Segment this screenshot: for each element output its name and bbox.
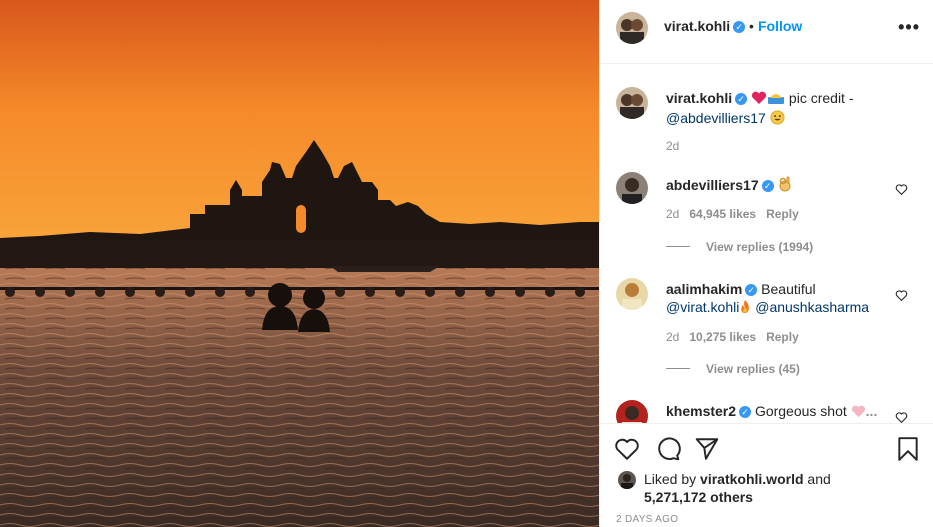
comments-list[interactable]: virat.kohli ✓ pic credit - @abdevilliers1… [600, 65, 933, 423]
like-comment-heart-icon[interactable] [895, 411, 908, 423]
verified-badge-icon: ✓ [739, 406, 752, 418]
post-side-panel: virat.kohli✓ • Follow ••• virat.kohli✓ [599, 0, 933, 527]
comment-text: abdevilliers17 ✓ [666, 176, 886, 196]
avatar[interactable] [618, 471, 636, 489]
caption-mention-link[interactable]: @abdevilliers17 [666, 110, 766, 126]
avatar[interactable] [616, 278, 648, 310]
instagram-post-modal: virat.kohli✓ • Follow ••• virat.kohli✓ [0, 0, 933, 527]
caption-body: pic credit - [788, 90, 854, 106]
follow-button[interactable]: Follow [758, 18, 802, 34]
post-actions-bar [600, 423, 933, 473]
grinning-face-emoji-icon [770, 110, 785, 129]
caption-time: 2d [666, 139, 689, 153]
share-paper-plane-icon[interactable] [694, 436, 720, 462]
avatar[interactable] [616, 87, 648, 119]
verified-badge-icon: ✓ [745, 284, 758, 296]
replies-divider [666, 246, 690, 247]
comment-body: Gorgeous shot [754, 403, 847, 419]
mention-link[interactable]: @anushkasharma [755, 299, 869, 315]
post-header: virat.kohli ✓ • Follow ••• [600, 0, 933, 64]
more-options-icon[interactable]: ••• [898, 17, 920, 38]
header-username[interactable]: virat.kohli ✓ [664, 18, 746, 34]
like-comment-heart-icon[interactable] [895, 289, 908, 302]
avatar[interactable] [616, 400, 648, 423]
caption-text: virat.kohli ✓ pic credit - @abdevilliers1… [666, 89, 886, 129]
timestamp: 2d [666, 207, 680, 221]
like-comment-heart-icon[interactable] [895, 183, 908, 196]
fire-emoji-icon [739, 299, 751, 318]
comment-bubble-icon[interactable] [655, 436, 681, 462]
replies-divider [666, 368, 690, 369]
verified-badge-icon: ✓ [733, 21, 746, 33]
ok-hand-emoji-icon [778, 176, 792, 196]
post-date[interactable]: 2 DAYS AGO [616, 514, 678, 525]
timestamp: 2d [666, 330, 680, 344]
liked-by-and: and [807, 471, 831, 487]
comment-meta: 2d 64,945 likes Reply [666, 207, 809, 221]
avatar[interactable] [616, 172, 648, 204]
sunset-photo-image [0, 0, 599, 527]
like-heart-icon[interactable] [614, 436, 640, 462]
view-replies-label: View replies (1994) [706, 240, 814, 254]
comment-text: aalimhakim ✓ Beautiful @virat.kohli @anus… [666, 280, 886, 318]
like-count[interactable]: 64,945 likes [689, 207, 756, 221]
separator-dot: • [749, 18, 754, 34]
reply-button[interactable]: Reply [766, 330, 799, 344]
comment-meta: 2d 10,275 likes Reply [666, 330, 809, 344]
like-count[interactable]: 10,275 likes [689, 330, 756, 344]
timestamp: 2d [666, 139, 680, 153]
avatar[interactable] [616, 12, 648, 44]
save-bookmark-icon[interactable] [895, 436, 921, 462]
liked-by-prefix: Liked by [644, 471, 697, 487]
comment-username[interactable]: khemster2 [666, 403, 736, 419]
beach-emoji-icon [767, 89, 785, 109]
verified-badge-icon: ✓ [761, 180, 774, 192]
reply-button[interactable]: Reply [766, 207, 799, 221]
red-heart-emoji-icon [751, 91, 767, 109]
liked-by-user-link[interactable]: viratkohli.world [700, 471, 803, 487]
post-photo[interactable] [0, 0, 599, 527]
pink-heart-emoji-icon [851, 404, 866, 422]
comment-username[interactable]: abdevilliers17 [666, 177, 759, 193]
comment-text: khemster2 ✓ Gorgeous shot ... [666, 402, 896, 422]
comment-username[interactable]: aalimhakim [666, 281, 742, 297]
view-replies-button[interactable]: View replies (45) [666, 362, 800, 376]
liked-by-others-link[interactable]: 5,271,172 others [644, 488, 753, 506]
verified-badge-icon: ✓ [735, 93, 748, 105]
comment-body: Beautiful [761, 281, 816, 297]
liked-by-text: Liked by viratkohli.world and [644, 470, 831, 488]
view-replies-button[interactable]: View replies (1994) [666, 240, 813, 254]
mention-link[interactable]: @virat.kohli [666, 299, 739, 315]
caption-username[interactable]: virat.kohli [666, 90, 732, 106]
truncation-ellipsis[interactable]: ... [866, 403, 878, 419]
view-replies-label: View replies (45) [706, 362, 800, 376]
